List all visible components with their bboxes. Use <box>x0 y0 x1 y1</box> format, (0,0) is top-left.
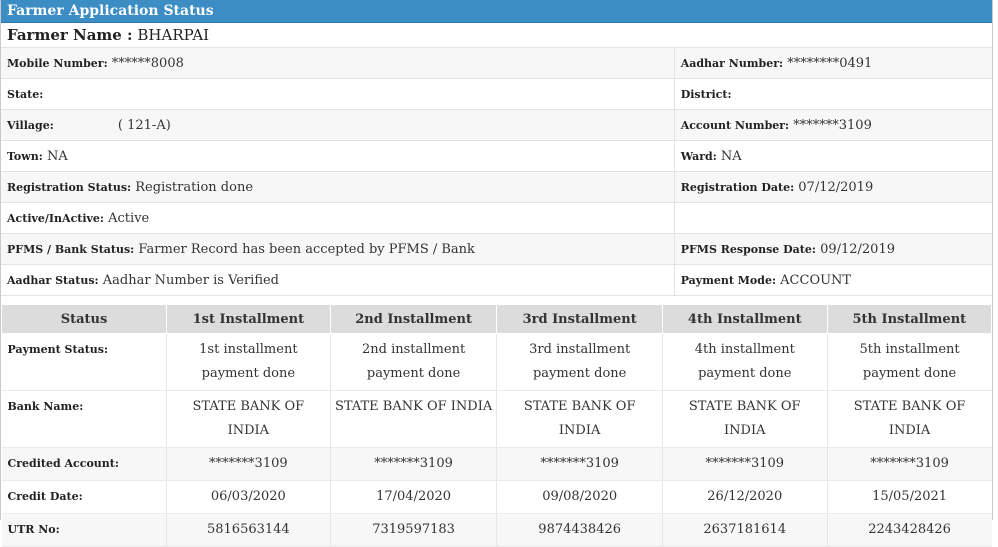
aadhar-status-value: Aadhar Number is Verified <box>102 272 280 288</box>
registration-status-value: Registration done <box>135 179 254 195</box>
info-row: Town: NA Ward: NA <box>1 140 992 172</box>
farmer-info-table: Mobile Number: ******8008 Aadhar Number:… <box>1 48 992 296</box>
village-value: ( 121-A) <box>117 117 171 133</box>
table-cell: 09/08/2020 <box>496 480 663 514</box>
row-label: UTR No: <box>1 513 167 547</box>
panel-title: Farmer Application Status <box>1 0 992 23</box>
farmer-name-value: BHARPAI <box>137 26 210 44</box>
table-cell: 15/05/2021 <box>826 480 992 514</box>
info-row: Village: ( 121-A) Account Number: ******… <box>1 109 992 141</box>
table-cell: 7319597183 <box>329 513 497 547</box>
column-header: 5th Installment <box>826 304 993 334</box>
column-header: 2nd Installment <box>329 304 498 334</box>
column-header: 1st Installment <box>166 304 331 334</box>
application-status-panel: Farmer Application Status Farmer Name : … <box>0 0 993 547</box>
table-cell: 1st installment payment done <box>166 333 331 391</box>
table-cell: *******3109 <box>661 447 828 481</box>
table-row: Credited Account: *******3109 *******310… <box>1 447 992 481</box>
aadhar-label: Aadhar Number: <box>680 56 784 70</box>
info-row: PFMS / Bank Status: Farmer Record has be… <box>1 233 992 265</box>
town-label: Town: <box>7 149 43 163</box>
table-cell: STATE BANK OF INDIA <box>166 390 331 448</box>
table-cell: 2nd installment payment done <box>329 333 497 391</box>
info-row: Aadhar Status: Aadhar Number is Verified… <box>1 264 992 296</box>
account-value: *******3109 <box>793 117 872 133</box>
pfms-status-value: Farmer Record has been accepted by PFMS … <box>138 241 475 257</box>
column-header: Status <box>1 304 167 334</box>
ward-value: NA <box>720 148 742 164</box>
farmer-name-row: Farmer Name : BHARPAI <box>1 23 992 48</box>
farmer-name-label: Farmer Name : <box>7 26 133 44</box>
payment-mode-value: ACCOUNT <box>780 272 852 288</box>
pfms-date-label: PFMS Response Date: <box>680 242 816 256</box>
table-cell: STATE BANK OF INDIA <box>329 390 497 448</box>
column-header: 4th Installment <box>661 304 828 334</box>
table-cell: 3rd installment payment done <box>496 333 663 391</box>
table-cell: 2637181614 <box>661 513 828 547</box>
active-value: Active <box>108 210 150 226</box>
village-label: Village: <box>7 118 54 132</box>
pfms-status-label: PFMS / Bank Status: <box>7 242 135 256</box>
info-row: Registration Status: Registration done R… <box>1 171 992 203</box>
section-divider <box>1 296 992 302</box>
table-cell: 5th installment payment done <box>826 333 992 391</box>
table-cell: 5816563144 <box>166 513 331 547</box>
row-label: Credit Date: <box>1 480 167 514</box>
aadhar-status-label: Aadhar Status: <box>7 273 99 287</box>
mobile-label: Mobile Number: <box>7 56 108 70</box>
active-label: Active/InActive: <box>7 211 104 225</box>
info-row: State: District: <box>1 78 992 110</box>
ward-label: Ward: <box>680 149 717 163</box>
table-cell: STATE BANK OF INDIA <box>826 390 992 448</box>
table-cell: STATE BANK OF INDIA <box>661 390 828 448</box>
pfms-date-value: 09/12/2019 <box>820 241 895 257</box>
state-label: State: <box>7 87 44 101</box>
table-cell: *******3109 <box>826 447 992 481</box>
registration-date-label: Registration Date: <box>680 180 795 194</box>
table-row: UTR No: 5816563144 7319597183 9874438426… <box>1 513 992 547</box>
info-row: Mobile Number: ******8008 Aadhar Number:… <box>1 48 992 79</box>
aadhar-value: ********0491 <box>787 55 873 71</box>
table-cell: *******3109 <box>329 447 497 481</box>
table-cell: 4th installment payment done <box>661 333 828 391</box>
registration-status-label: Registration Status: <box>7 180 132 194</box>
row-label: Bank Name: <box>1 390 167 448</box>
table-cell: STATE BANK OF INDIA <box>496 390 663 448</box>
installments-header-row: Status 1st Installment 2nd Installment 3… <box>1 304 993 334</box>
table-cell: 26/12/2020 <box>661 480 828 514</box>
table-cell: *******3109 <box>166 447 331 481</box>
empty-cell <box>673 202 992 234</box>
installments-table: Status 1st Installment 2nd Installment 3… <box>1 304 993 547</box>
table-cell: *******3109 <box>496 447 663 481</box>
table-row: Payment Status: 1st installment payment … <box>1 333 992 391</box>
table-cell: 2243428426 <box>826 513 992 547</box>
registration-date-value: 07/12/2019 <box>798 179 874 195</box>
mobile-value: ******8008 <box>111 55 184 71</box>
town-value: NA <box>46 148 68 164</box>
info-row: Active/InActive: Active <box>1 202 992 234</box>
table-row: Credit Date: 06/03/2020 17/04/2020 09/08… <box>1 480 992 514</box>
table-row: Bank Name: STATE BANK OF INDIA STATE BAN… <box>1 390 992 448</box>
table-cell: 17/04/2020 <box>329 480 497 514</box>
payment-mode-label: Payment Mode: <box>680 273 777 287</box>
column-header: 3rd Installment <box>496 304 663 334</box>
row-label: Payment Status: <box>1 333 167 391</box>
account-label: Account Number: <box>680 118 790 132</box>
district-label: District: <box>680 87 732 101</box>
table-cell: 9874438426 <box>496 513 663 547</box>
row-label: Credited Account: <box>1 447 167 481</box>
table-cell: 06/03/2020 <box>166 480 331 514</box>
